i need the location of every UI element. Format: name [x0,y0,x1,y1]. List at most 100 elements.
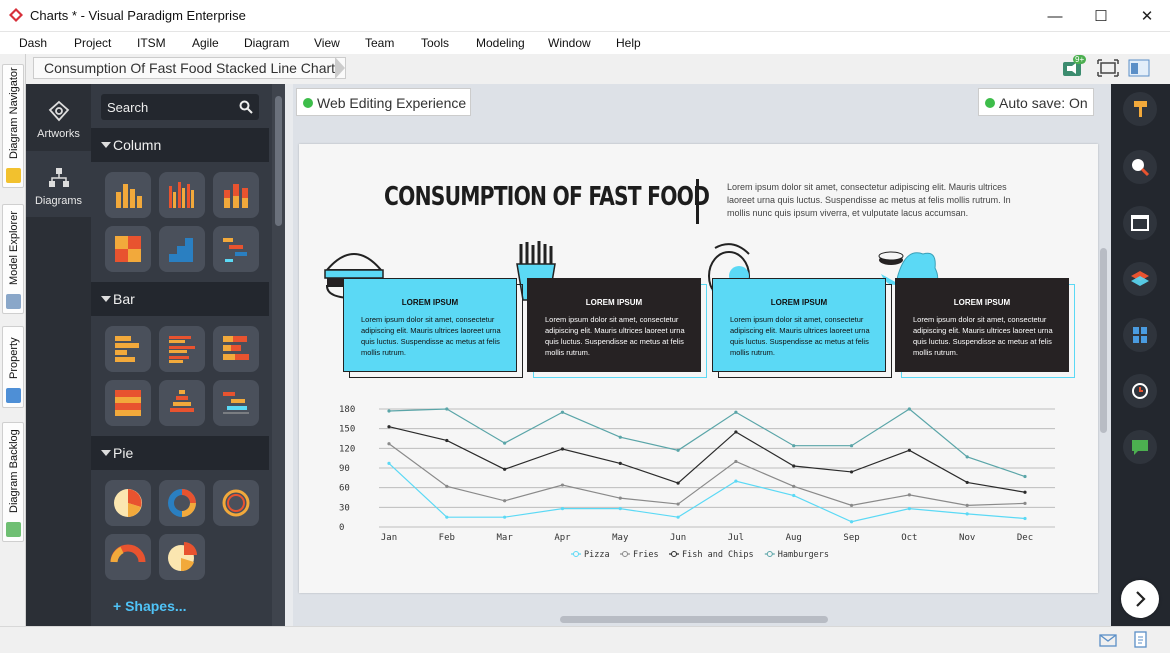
infographic-description[interactable]: Lorem ipsum dolor sit amet, consectetur … [727,181,1027,220]
pyramid-icon [170,390,194,412]
right-toolbar [1111,84,1170,626]
menu-view[interactable]: View [314,36,340,50]
section-bar[interactable]: Bar [91,282,269,316]
fit-view-icon[interactable] [1097,58,1119,78]
section-column[interactable]: Column [91,128,269,162]
canvas-horizontal-scrollbar[interactable] [560,616,828,623]
menu-itsm[interactable]: ITSM [137,36,166,50]
menu-dash[interactable]: Dash [19,36,47,50]
stacked-bar-tile[interactable] [213,326,259,372]
close-button[interactable]: ✕ [1124,0,1170,32]
comment-icon[interactable] [1123,430,1157,464]
shapes-panel: Search Column Bar Pie + Shapes... [91,84,285,626]
more-shapes-link[interactable]: + Shapes... [113,598,187,614]
stacked-column-icon [224,184,248,208]
gantt-bar-tile[interactable] [213,380,259,426]
heatmap-bar-icon [115,390,141,416]
web-editing-status[interactable]: Web Editing Experience [296,88,471,116]
ring-chart-tile[interactable] [213,480,259,526]
panel-splitter[interactable] [285,84,293,626]
card-text: Lorem ipsum dolor sit amet, consectetur … [545,315,685,357]
legend-label: Hamburgers [778,550,829,560]
line-chart[interactable]: 0 30 60 90 120 150 180 Jan Feb Mar Apr May Jun Jul Aug… [339,399,1069,569]
x-tick-label: Jan [381,533,397,543]
canvas-vertical-scrollbar[interactable] [1100,248,1107,433]
announcement-icon[interactable]: 9+ [1062,55,1087,78]
scrollbar-thumb[interactable] [275,96,282,226]
x-tick-label: Jun [670,533,686,543]
zoom-icon[interactable] [1123,150,1157,184]
bar-chart-tile[interactable] [105,326,151,372]
info-card[interactable]: LOREM IPSUM Lorem ipsum dolor sit amet, … [712,278,892,378]
menu-modeling[interactable]: Modeling [476,36,525,50]
data-point [560,507,565,511]
tab-diagram-navigator[interactable]: Diagram Navigator [2,64,24,188]
column-chart-tile[interactable] [105,172,151,218]
card-heading: LOREM IPSUM [953,298,1011,307]
document-icon[interactable] [1133,631,1149,649]
format-painter-icon[interactable] [1123,92,1157,126]
category-diagrams[interactable]: Diagrams [26,151,91,217]
data-point [445,407,449,411]
layers-icon[interactable] [1123,262,1157,296]
gantt-column-tile[interactable] [213,226,259,272]
shapes-panel-scrollbar[interactable] [272,84,285,626]
maximize-button[interactable]: ☐ [1078,0,1124,32]
x-tick-label: Aug [786,533,802,543]
legend-marker [573,551,579,557]
mail-icon[interactable] [1099,634,1117,647]
info-card[interactable]: LOREM IPSUM Lorem ipsum dolor sit amet, … [527,278,707,378]
heatmap-column-tile[interactable] [105,226,151,272]
exploded-pie-tile[interactable] [159,534,205,580]
tab-diagram-backlog[interactable]: Diagram Backlog [2,422,24,542]
stacked-column-tile[interactable] [213,172,259,218]
menu-agile[interactable]: Agile [192,36,219,50]
pie-chart-tile[interactable] [105,480,151,526]
y-tick-label: 150 [339,425,355,435]
bar-chart-icon [115,336,139,362]
semi-donut-tile[interactable] [105,534,151,580]
search-input[interactable]: Search [101,94,259,120]
tab-model-explorer[interactable]: Model Explorer [2,204,24,314]
history-icon[interactable] [1123,374,1157,408]
minimize-button[interactable]: — [1032,0,1078,32]
section-pie[interactable]: Pie [91,436,269,470]
step-column-tile[interactable] [159,226,205,272]
donut-chart-tile[interactable] [159,480,205,526]
grouped-bar-tile[interactable] [159,326,205,372]
grouped-column-tile[interactable] [159,172,205,218]
infographic-page[interactable]: CONSUMPTION OF FAST FOOD Lorem ipsum dol… [299,144,1098,593]
exploded-pie-icon [168,542,197,572]
category-diagrams-label: Diagrams [34,195,83,207]
data-point [792,493,796,498]
data-point [503,515,507,519]
card-heading: LOREM IPSUM [401,298,459,307]
info-card[interactable]: LOREM IPSUM Lorem ipsum dolor sit amet, … [343,278,523,378]
info-card[interactable]: LOREM IPSUM Lorem ipsum dolor sit amet, … [895,278,1075,378]
autosave-status[interactable]: Auto save: On [978,88,1094,116]
menu-help[interactable]: Help [616,36,641,50]
pyramid-bar-tile[interactable] [159,380,205,426]
infographic-title[interactable]: CONSUMPTION OF FAST FOOD [384,182,710,212]
data-point [445,484,449,488]
data-point [907,448,911,452]
chevron-right-icon[interactable] [1121,580,1159,618]
heatmap-bar-tile[interactable] [105,380,151,426]
menu-project[interactable]: Project [74,36,111,50]
x-tick-label: Nov [959,533,975,543]
grid-icon[interactable] [1123,318,1157,352]
x-tick-label: Oct [901,533,917,543]
panel-icon[interactable] [1123,206,1157,240]
search-icon[interactable] [239,100,253,114]
menu-window[interactable]: Window [548,36,591,50]
menu-diagram[interactable]: Diagram [244,36,289,50]
breadcrumb[interactable]: Consumption Of Fast Food Stacked Line Ch… [33,57,347,79]
layout-icon[interactable] [1128,58,1150,78]
menu-tools[interactable]: Tools [421,36,449,50]
tab-property[interactable]: Property [2,326,24,408]
legend-marker [766,551,773,557]
artworks-icon [48,100,70,122]
x-tick-label: Apr [554,533,571,543]
category-artworks[interactable]: Artworks [26,84,91,150]
menu-team[interactable]: Team [365,36,394,50]
